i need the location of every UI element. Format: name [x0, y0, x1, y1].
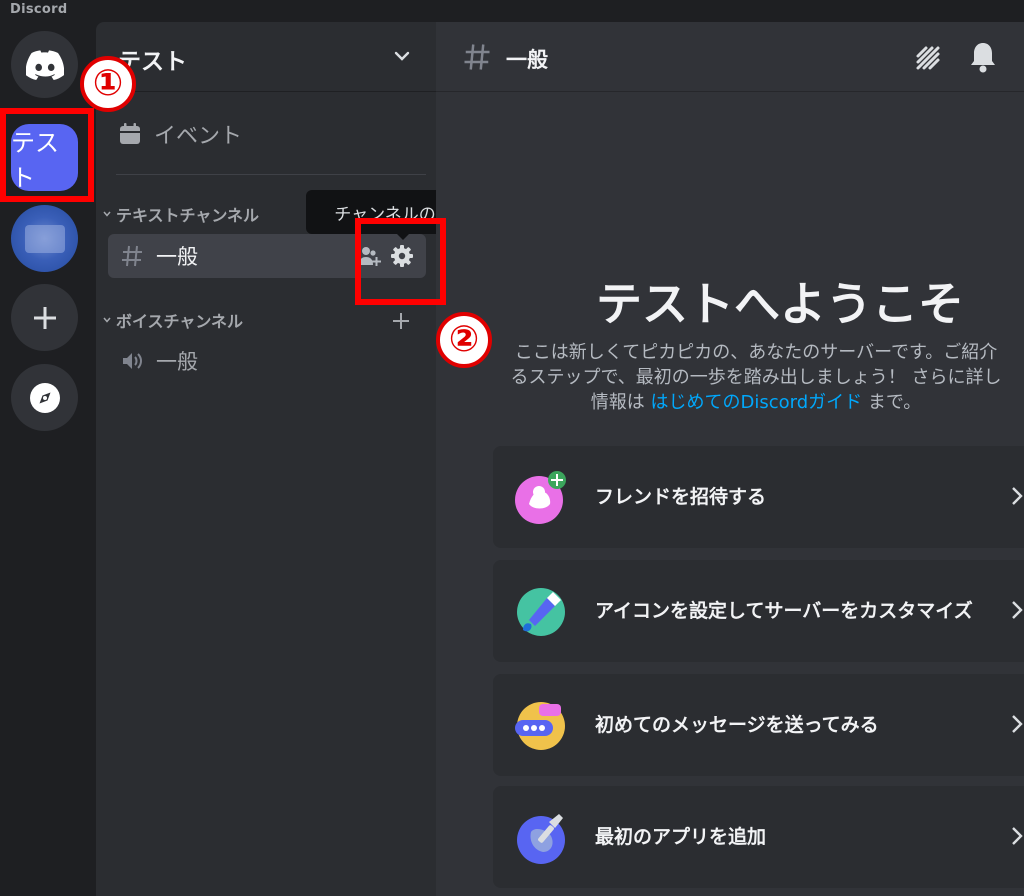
annotation-box-server [0, 108, 94, 202]
events-item[interactable]: イベント [118, 118, 242, 150]
app-brand: Discord [10, 2, 68, 17]
events-label: イベント [154, 124, 243, 149]
channel-name: 一般 [156, 350, 198, 374]
server-avatar-image [24, 224, 65, 253]
beginners-guide-link[interactable]: はじめてのDiscordガイド [651, 392, 863, 413]
welcome-description: ここは新しくてピカピカの、あなたのサーバーです。ご紹介 るステップで、最初の一歩… [476, 340, 1024, 415]
category-text-channels[interactable]: テキストチャンネル [102, 202, 259, 226]
chevron-down-icon [103, 211, 111, 217]
chevron-down-icon [394, 51, 410, 61]
card-invite-friends[interactable]: フレンドを招待する [493, 446, 1024, 548]
channel-title: 一般 [506, 48, 548, 72]
invite-friends-icon [515, 471, 566, 524]
welcome-title: テストへようこそ [596, 277, 964, 331]
discord-logo-icon [25, 49, 64, 80]
category-voice-label: ボイスチャンネル [116, 312, 244, 331]
card-label: 最初のアプリを追加 [595, 826, 767, 848]
card-add-app[interactable]: 最初のアプリを追加 [493, 786, 1024, 888]
channel-general-voice[interactable]: 一般 [108, 339, 426, 383]
add-server-button[interactable] [11, 284, 78, 351]
annotation-number-1: ① [80, 56, 136, 112]
chevron-right-icon [1012, 601, 1023, 619]
card-label: フレンドを招待する [595, 486, 767, 508]
annotation-number-2: ② [436, 312, 492, 368]
desc-line-3: 情報は はじめてのDiscordガイド まで。 [476, 390, 1024, 415]
main-area: 一般 テストへようこそ ここは新しくてピカピカの、あなたのサーバーです。ご紹介 … [436, 22, 1024, 896]
channel-sidebar: テスト イベント テキストチャンネル 一般 ボイスチャンネル 一般 [96, 22, 436, 896]
calendar-icon [120, 123, 140, 144]
desc-line-1: ここは新しくてピカピカの、あなたのサーバーです。ご紹介 [514, 342, 998, 363]
compass-icon [29, 382, 60, 413]
hash-icon [464, 44, 490, 70]
threads-icon[interactable] [912, 42, 946, 76]
title-bar: Discord [0, 0, 1024, 22]
chat-bubble-icon [515, 702, 565, 750]
chevron-right-icon [1012, 715, 1023, 733]
bell-icon[interactable] [968, 40, 998, 74]
sidebar-divider [116, 174, 426, 175]
category-voice-channels[interactable]: ボイスチャンネル [102, 308, 243, 332]
card-send-message[interactable]: 初めてのメッセージを送ってみる [493, 674, 1024, 776]
channel-header: 一般 [436, 22, 1024, 92]
chevron-down-icon [103, 317, 111, 323]
speaker-icon [123, 353, 142, 369]
chevron-right-icon [1012, 827, 1023, 845]
server-avatar[interactable] [11, 205, 78, 272]
discover-button[interactable] [11, 364, 78, 431]
plus-icon [33, 306, 56, 329]
add-channel-icon[interactable] [392, 312, 410, 330]
desc-suffix: まで。 [867, 392, 922, 413]
annotation-box-settings [355, 218, 446, 305]
card-customize-server[interactable]: アイコンを設定してサーバーをカスタマイズ [493, 560, 1024, 662]
card-label: アイコンを設定してサーバーをカスタマイズ [595, 600, 973, 622]
home-button[interactable] [11, 31, 78, 98]
desc-prefix: 情報は [590, 392, 645, 413]
category-text-label: テキストチャンネル [116, 206, 260, 225]
wrench-icon [517, 814, 565, 864]
desc-line-2: るステップで、最初の一歩を踏み出しましょう！ さらに詳し [510, 367, 1002, 388]
chevron-right-icon [1012, 487, 1023, 505]
card-label: 初めてのメッセージを送ってみる [595, 714, 879, 736]
server-header[interactable]: テスト [96, 22, 436, 92]
channel-name: 一般 [156, 245, 198, 269]
hash-icon [122, 245, 142, 267]
paintbrush-icon [517, 588, 565, 636]
